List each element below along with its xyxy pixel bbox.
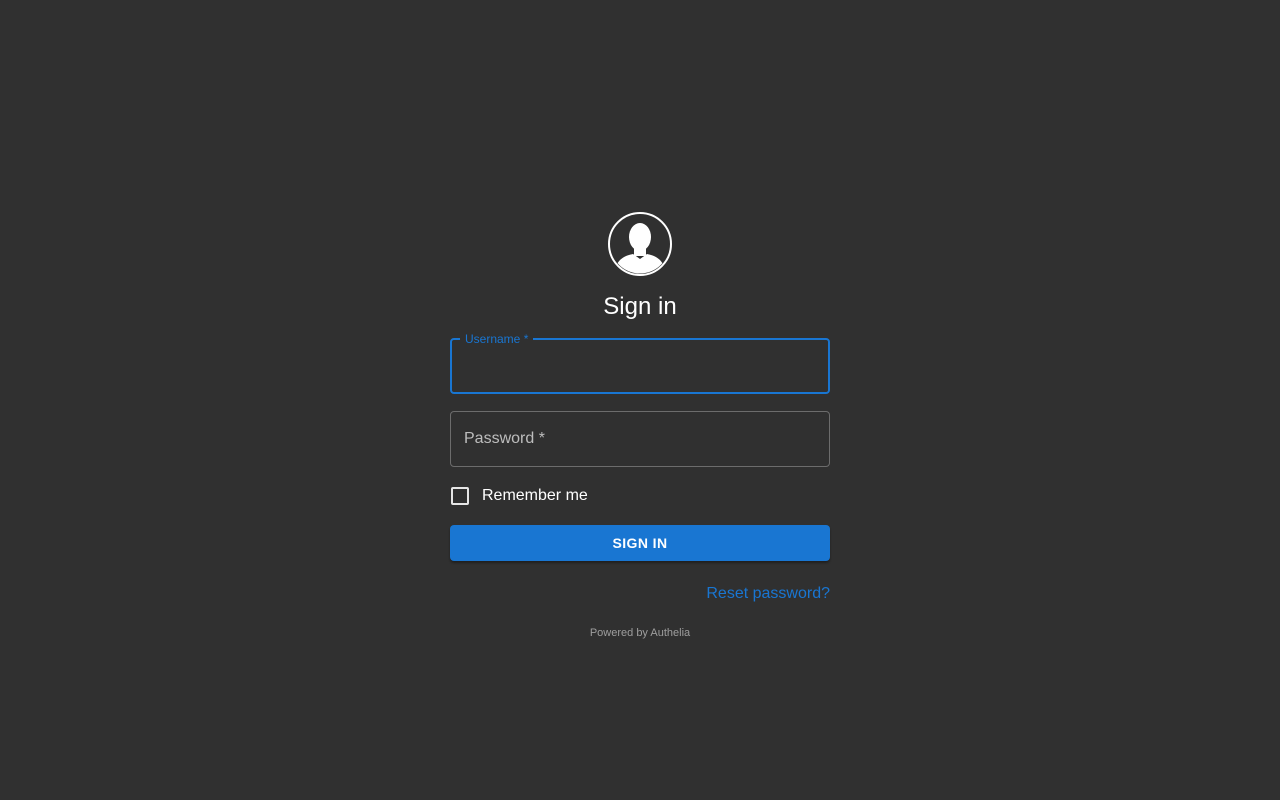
password-field[interactable]: Password * xyxy=(450,411,830,467)
reset-password-link[interactable]: Reset password? xyxy=(706,584,830,604)
sign-in-button[interactable]: SIGN IN xyxy=(450,525,830,561)
username-input[interactable] xyxy=(452,340,828,392)
powered-by-footer: Powered by Authelia xyxy=(589,627,691,639)
remember-me-label: Remember me xyxy=(482,487,588,504)
page-title: Sign in xyxy=(603,293,677,320)
password-input[interactable] xyxy=(451,412,829,466)
remember-me-checkbox[interactable] xyxy=(451,487,469,505)
user-avatar-icon xyxy=(608,212,672,276)
username-field[interactable]: Username * xyxy=(450,332,830,394)
login-page: Sign in Username * Password * Remember m… xyxy=(0,0,1280,800)
remember-me-option[interactable]: Remember me xyxy=(450,485,588,507)
